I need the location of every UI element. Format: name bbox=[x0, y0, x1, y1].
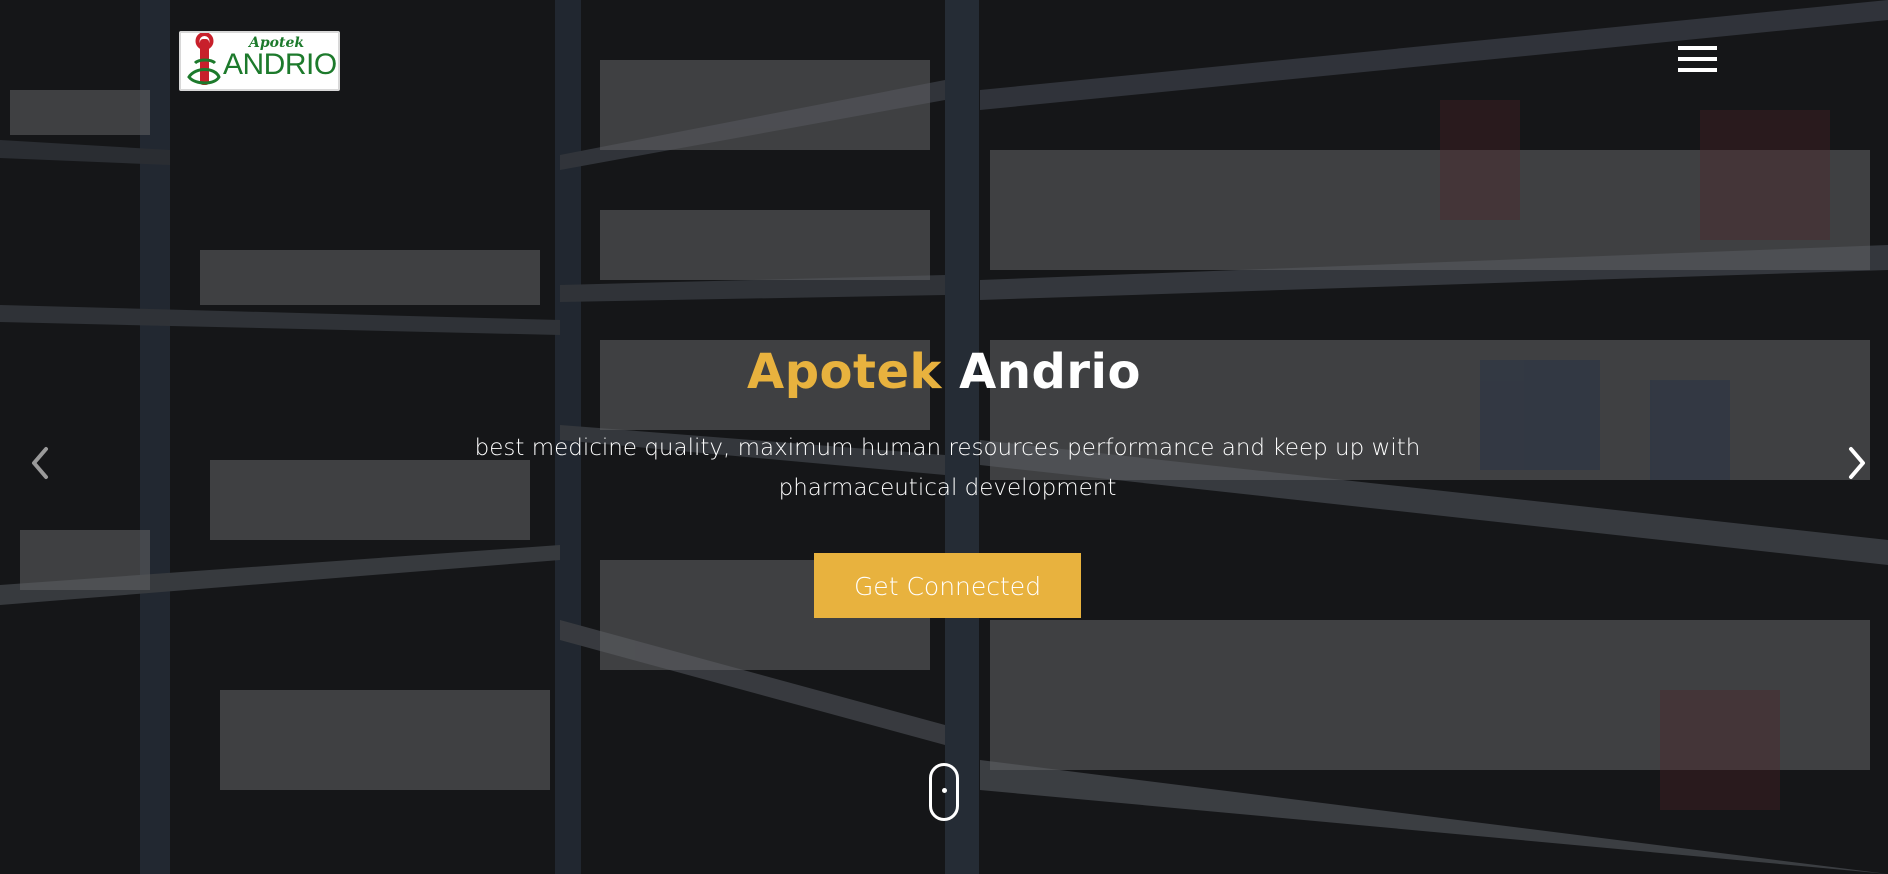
mouse-scroll-icon[interactable] bbox=[929, 763, 959, 821]
caduceus-logo-icon bbox=[187, 33, 221, 85]
get-connected-button[interactable]: Get Connected bbox=[814, 553, 1081, 618]
hamburger-icon-bar bbox=[1678, 68, 1717, 72]
brand-logo-text: Apotek ANDRIO bbox=[223, 33, 337, 89]
hamburger-icon-bar bbox=[1678, 46, 1717, 50]
brand-logo[interactable]: Apotek ANDRIO bbox=[179, 31, 340, 91]
hero-title: Apotek Andrio bbox=[0, 344, 1888, 400]
hero-subtitle: best medicine quality, maximum human res… bbox=[474, 435, 1421, 501]
hero-title-rest: Andrio bbox=[959, 344, 1141, 400]
scroll-dot bbox=[942, 788, 947, 793]
chevron-right-icon[interactable] bbox=[1841, 443, 1871, 483]
hamburger-icon-bar bbox=[1678, 57, 1717, 61]
chevron-left-icon[interactable] bbox=[26, 443, 56, 483]
hamburger-menu-button[interactable] bbox=[1678, 46, 1718, 74]
brand-logo-big-text: ANDRIO bbox=[223, 48, 337, 81]
hero-title-accent: Apotek bbox=[747, 344, 942, 400]
hero-section: Apotek ANDRIO Apotek Andrio best medicin… bbox=[0, 0, 1888, 874]
